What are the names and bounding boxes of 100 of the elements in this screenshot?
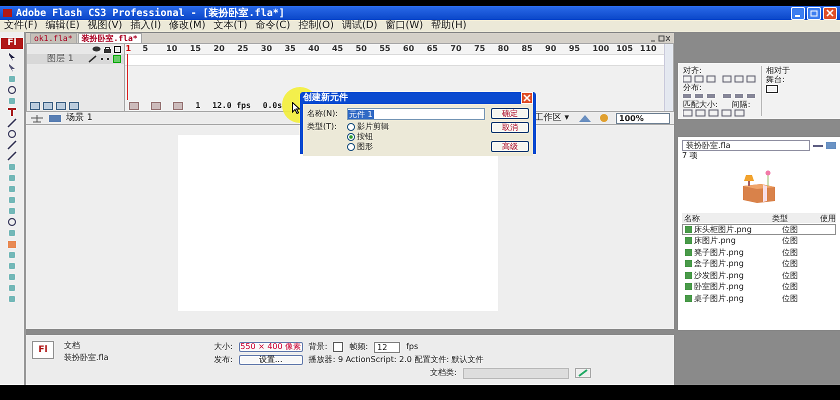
library-item[interactable]: 卧室图片.png 位图	[682, 281, 836, 292]
size-label: 大小:	[214, 342, 233, 352]
item-type: 位图	[782, 282, 799, 291]
tool-icon[interactable]	[6, 151, 18, 161]
zoom-dropdown[interactable]: 100%	[616, 112, 670, 124]
cursor-icon	[292, 102, 300, 114]
frame-number: 60	[403, 44, 416, 54]
item-type: 位图	[782, 294, 799, 302]
minimize-button[interactable]	[791, 6, 805, 20]
item-name: 沙发图片.png	[693, 270, 745, 280]
color-swatch[interactable]	[333, 342, 344, 352]
item-name: 凳子图片.png	[693, 248, 745, 256]
item-type: 位图	[782, 236, 799, 245]
library-item[interactable]: 床头柜图片.png 位图	[682, 224, 836, 234]
frame-number: 95	[568, 44, 581, 54]
close-button[interactable]	[823, 6, 837, 20]
close-button[interactable]	[521, 92, 533, 104]
frame-number: 110	[640, 44, 658, 54]
document-tab[interactable]: ok1.fla*	[30, 33, 77, 43]
frame-number: 1	[125, 44, 132, 54]
frame-number: 85	[521, 44, 534, 54]
tool-icon[interactable]	[6, 85, 18, 95]
tool-icon[interactable]	[6, 107, 18, 117]
outline-icon[interactable]	[114, 46, 122, 52]
layer-name[interactable]: 图层 1	[47, 54, 84, 64]
match-size-label: 匹配大小:	[683, 100, 718, 109]
item-type: 位图	[782, 270, 799, 280]
panel-controls-icon[interactable]	[650, 34, 670, 42]
library-item[interactable]: 凳子图片.png 位图	[682, 246, 836, 258]
menu-item[interactable]: 插入(I)	[130, 20, 162, 32]
to-stage-button[interactable]	[766, 85, 778, 93]
column-header[interactable]: 类型	[772, 214, 820, 222]
library-item[interactable]: 盒子图片.png 位图	[682, 258, 836, 269]
column-header[interactable]: 使用	[820, 214, 836, 222]
type-label: 类型(T):	[307, 122, 338, 132]
tool-icon[interactable]	[6, 118, 18, 128]
frame-number: 75	[474, 44, 486, 54]
document-class-field[interactable]	[462, 368, 569, 378]
settings-button[interactable]: 设置...	[238, 355, 303, 365]
distribute-label: 分布:	[683, 83, 703, 92]
menu-item[interactable]: 文本(T)	[214, 20, 248, 32]
layer-row[interactable]: 图层 1	[27, 54, 124, 64]
restore-button[interactable]	[807, 6, 821, 20]
frame-number: 15	[190, 44, 202, 54]
library-dropdown[interactable]: 装扮卧室.fla	[682, 140, 810, 151]
item-name: 盒子图片.png	[693, 259, 745, 268]
size-button[interactable]: 550 × 400 像素	[238, 342, 303, 352]
close-icon	[826, 9, 834, 17]
name-label: 名称(N):	[307, 109, 339, 119]
menu-item[interactable]: 编辑(E)	[46, 20, 80, 32]
relative-label: 相对于	[766, 66, 790, 75]
menu-item[interactable]: 视图(V)	[88, 20, 122, 32]
tool-icon[interactable]	[6, 217, 18, 227]
scroll-bar[interactable]	[664, 44, 673, 111]
elapsed-time: 0.0s	[262, 100, 282, 110]
pencil-icon[interactable]	[574, 368, 591, 378]
scene-name[interactable]: 场景 1	[66, 112, 93, 124]
background-label: 背景:	[308, 342, 328, 352]
stage-icon[interactable]	[30, 114, 44, 122]
menu-item[interactable]: 窗口(W)	[385, 20, 424, 32]
frame-rate-field[interactable]: 12	[374, 342, 400, 352]
frame-number: 10	[166, 44, 178, 54]
tool-icon[interactable]	[6, 129, 18, 139]
outline-square-icon	[113, 55, 122, 63]
dialog-button[interactable]: 高级	[491, 141, 529, 152]
column-header[interactable]: 名称	[682, 214, 772, 222]
radio-option[interactable]: 图形	[347, 142, 389, 152]
tool-icon[interactable]	[6, 63, 18, 73]
menu-item[interactable]: 修改(M)	[169, 20, 206, 32]
library-item[interactable]: 沙发图片.png 位图	[682, 270, 836, 280]
frame-number: 45	[332, 44, 344, 54]
dialog-button[interactable]: 取消	[491, 122, 529, 133]
pencil-icon	[88, 55, 98, 63]
frame-number: 65	[426, 44, 439, 54]
menu-item[interactable]: 命令(C)	[255, 20, 290, 32]
document-label: 文档	[64, 341, 81, 351]
frame-number: 80	[498, 44, 510, 54]
flash-logo-icon	[3, 9, 12, 17]
item-type: 位图	[782, 224, 799, 234]
eye-icon[interactable]	[92, 46, 102, 52]
name-field[interactable]: 元件 1	[347, 108, 485, 120]
lock-icon[interactable]	[104, 46, 112, 52]
frame-rate: 12.0 fps	[212, 100, 251, 110]
align-label: 对齐:	[683, 66, 703, 75]
radio-option[interactable]: 影片剪辑	[347, 122, 389, 132]
library-item[interactable]: 床图片.png 位图	[682, 235, 836, 246]
frame-number: 50	[356, 44, 368, 54]
dialog-button[interactable]: 确定	[491, 108, 529, 119]
document-tab[interactable]: 装扮卧室.fla*	[78, 33, 142, 43]
menu-item[interactable]: 文件(F)	[4, 20, 38, 32]
menu-item[interactable]: 控制(O)	[298, 20, 334, 32]
frame-number: 90	[545, 44, 558, 54]
menu-item[interactable]: 调试(D)	[342, 20, 378, 32]
tool-icon[interactable]	[6, 140, 18, 150]
radio-option[interactable]: 按钮	[347, 132, 389, 142]
menu-item[interactable]: 帮助(H)	[431, 20, 466, 32]
library-item[interactable]: 桌子图片.png 位图	[682, 292, 836, 304]
item-type: 位图	[782, 259, 799, 268]
tool-icon[interactable]	[6, 52, 18, 62]
frame-number: 25	[237, 44, 250, 54]
